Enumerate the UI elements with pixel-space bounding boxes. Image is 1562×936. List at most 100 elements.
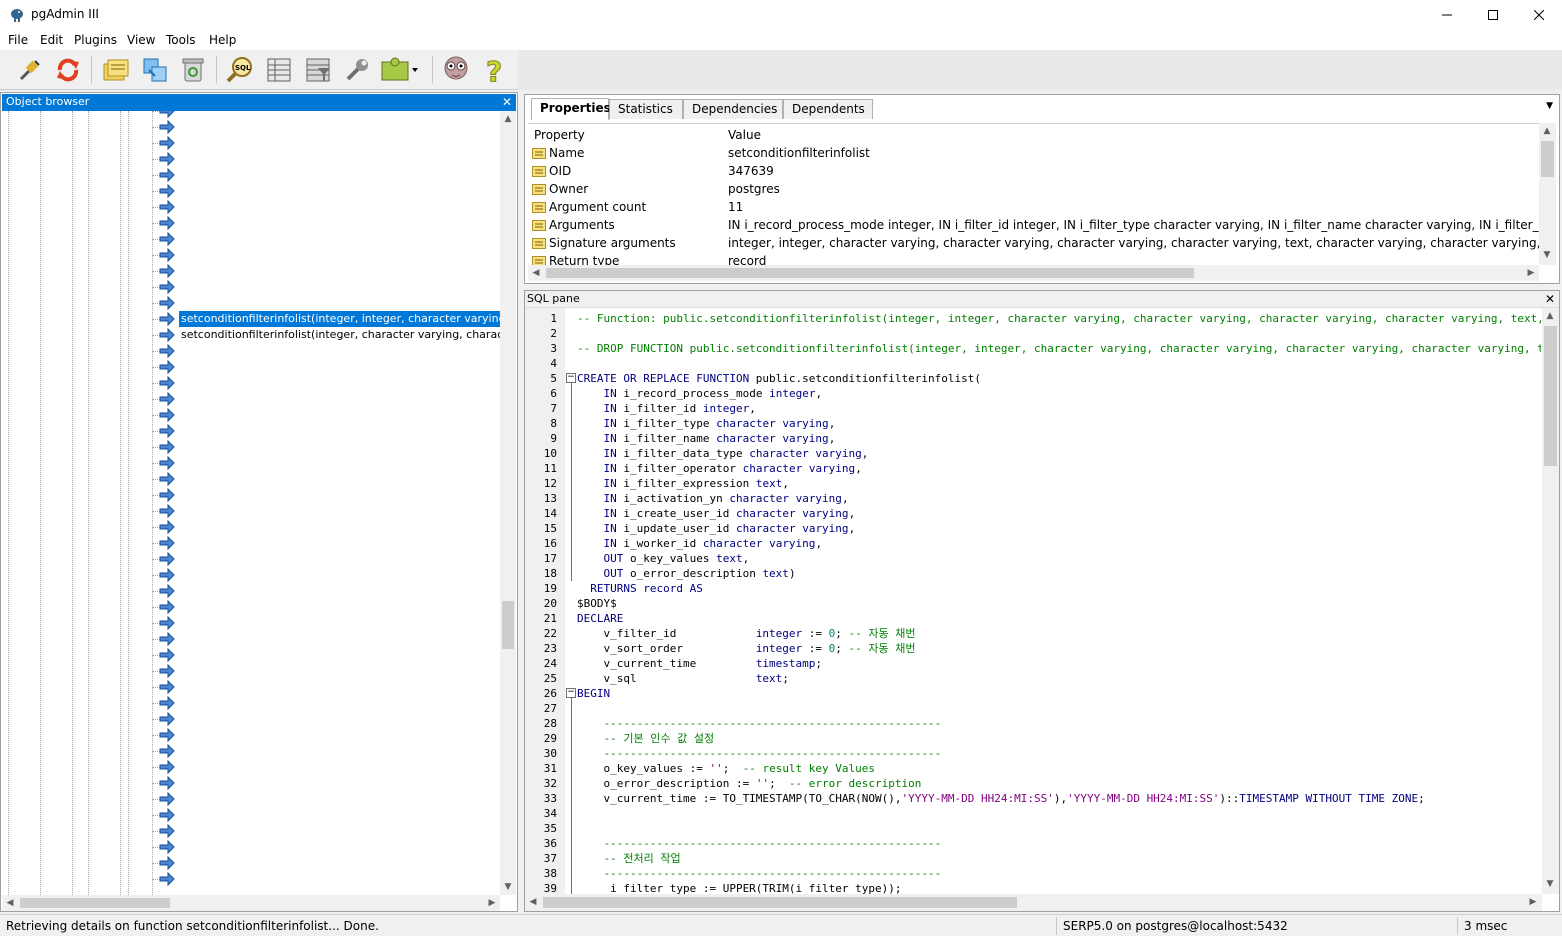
- tree-item[interactable]: [2, 759, 500, 775]
- code-line[interactable]: IN i_filter_name character varying,: [577, 431, 835, 446]
- tree-item[interactable]: [2, 119, 500, 135]
- tree-item[interactable]: [2, 791, 500, 807]
- property-row[interactable]: Owner postgres: [528, 180, 1540, 198]
- tree-item[interactable]: [2, 151, 500, 167]
- scroll-thumb[interactable]: [502, 601, 514, 649]
- code-line[interactable]: DECLARE: [577, 611, 623, 626]
- sql-pane-close-button[interactable]: ✕: [1545, 291, 1555, 307]
- plugins-button[interactable]: [380, 54, 420, 86]
- view-data-button[interactable]: [263, 54, 295, 86]
- object-browser-vertical-scrollbar[interactable]: ▲ ▼: [500, 111, 516, 895]
- sql-horizontal-scrollbar[interactable]: ◀ ▶: [525, 894, 1542, 911]
- scroll-right-arrow[interactable]: ▶: [1525, 894, 1541, 910]
- scroll-left-arrow[interactable]: ◀: [525, 894, 541, 910]
- column-header-value[interactable]: Value: [728, 126, 761, 144]
- tree-item[interactable]: setconditionfilterinfolist(integer, char…: [2, 327, 500, 343]
- property-row[interactable]: Signature arguments integer, integer, cha…: [528, 234, 1540, 252]
- connect-button[interactable]: [14, 54, 46, 86]
- menu-plugins[interactable]: Plugins: [74, 33, 117, 47]
- tree-item[interactable]: [2, 359, 500, 375]
- code-line[interactable]: CREATE OR REPLACE FUNCTION public.setcon…: [577, 371, 981, 386]
- tree-item[interactable]: [2, 535, 500, 551]
- object-browser-close-button[interactable]: ✕: [502, 94, 512, 110]
- code-line[interactable]: $BODY$: [577, 596, 617, 611]
- drop-button[interactable]: [177, 54, 209, 86]
- property-row[interactable]: Argument count 11: [528, 198, 1540, 216]
- scroll-down-arrow[interactable]: ▼: [1542, 876, 1558, 892]
- code-line[interactable]: RETURNS record AS: [577, 581, 703, 596]
- properties-button[interactable]: [100, 54, 132, 86]
- create-button[interactable]: [139, 54, 171, 86]
- tree-item[interactable]: [2, 247, 500, 263]
- tree-item[interactable]: [2, 183, 500, 199]
- tree-item[interactable]: [2, 871, 500, 887]
- tree-item[interactable]: [2, 199, 500, 215]
- code-line[interactable]: v_current_time timestamp;: [577, 656, 822, 671]
- tree-item[interactable]: [2, 679, 500, 695]
- code-line[interactable]: v_sort_order integer := 0; -- 자동 채번: [577, 641, 915, 656]
- scroll-up-arrow[interactable]: ▲: [1542, 308, 1558, 324]
- code-line[interactable]: ----------------------------------------…: [577, 746, 941, 761]
- tree-item[interactable]: [2, 487, 500, 503]
- scroll-thumb[interactable]: [1544, 326, 1557, 466]
- minimize-button[interactable]: [1424, 0, 1470, 30]
- filtered-data-button[interactable]: [302, 54, 334, 86]
- tree-item[interactable]: [2, 615, 500, 631]
- sql-editor[interactable]: -- Function: public.setconditionfilterin…: [577, 308, 1541, 894]
- scroll-right-arrow[interactable]: ▶: [1523, 265, 1539, 281]
- tree-item[interactable]: [2, 439, 500, 455]
- scroll-down-arrow[interactable]: ▼: [1539, 247, 1555, 263]
- tree-item[interactable]: [2, 111, 500, 119]
- tree-item[interactable]: [2, 215, 500, 231]
- code-line[interactable]: IN i_record_process_mode integer,: [577, 386, 822, 401]
- scroll-thumb[interactable]: [543, 897, 1017, 908]
- tab-statistics[interactable]: Statistics: [609, 99, 683, 119]
- tree-item[interactable]: [2, 583, 500, 599]
- tab-dependents[interactable]: Dependents: [783, 99, 873, 119]
- column-header-property[interactable]: Property: [534, 126, 585, 144]
- tree-item[interactable]: [2, 455, 500, 471]
- fold-toggle-icon[interactable]: −: [566, 373, 576, 383]
- refresh-button[interactable]: [52, 54, 84, 86]
- tree-item[interactable]: [2, 775, 500, 791]
- tree-item[interactable]: setconditionfilterinfolist(integer, inte…: [2, 311, 500, 327]
- help-button[interactable]: ?: [479, 54, 511, 86]
- code-line[interactable]: v_filter_id integer := 0; -- 자동 채번: [577, 626, 915, 641]
- code-line[interactable]: -- DROP FUNCTION public.setconditionfilt…: [577, 341, 1541, 356]
- code-line[interactable]: o_error_description := ''; -- error desc…: [577, 776, 921, 791]
- object-tree[interactable]: setconditionfilterinfolist(integer, inte…: [2, 111, 500, 895]
- tree-item-label[interactable]: setconditionfilterinfolist(integer, char…: [179, 327, 500, 343]
- code-line[interactable]: v_current_time := TO_TIMESTAMP(TO_CHAR(N…: [577, 791, 1424, 806]
- scroll-right-arrow[interactable]: ▶: [484, 895, 500, 911]
- code-line[interactable]: IN i_update_user_id character varying,: [577, 521, 855, 536]
- menu-view[interactable]: View: [127, 33, 155, 47]
- code-line[interactable]: IN i_worker_id character varying,: [577, 536, 822, 551]
- tab-properties[interactable]: Properties: [531, 98, 611, 120]
- property-row[interactable]: Arguments IN i_record_process_mode intege…: [528, 216, 1540, 234]
- tree-item[interactable]: [2, 375, 500, 391]
- scroll-down-arrow[interactable]: ▼: [500, 879, 516, 895]
- code-line[interactable]: o_key_values := ''; -- result key Values: [577, 761, 875, 776]
- code-line[interactable]: i_filter_type := UPPER(TRIM(i_filter_typ…: [577, 881, 901, 894]
- scroll-thumb[interactable]: [546, 268, 1194, 278]
- code-line[interactable]: ----------------------------------------…: [577, 836, 941, 851]
- tree-item[interactable]: [2, 839, 500, 855]
- tree-item[interactable]: [2, 407, 500, 423]
- properties-list[interactable]: Property Value Name setconditionfilterinf…: [528, 123, 1540, 265]
- scroll-thumb[interactable]: [1541, 141, 1554, 177]
- tree-item[interactable]: [2, 295, 500, 311]
- scroll-up-arrow[interactable]: ▲: [500, 111, 516, 127]
- tree-item[interactable]: [2, 855, 500, 871]
- tree-item[interactable]: [2, 663, 500, 679]
- property-row[interactable]: OID 347639: [528, 162, 1540, 180]
- tree-item[interactable]: [2, 503, 500, 519]
- code-line[interactable]: IN i_filter_data_type character varying,: [577, 446, 868, 461]
- tree-item[interactable]: [2, 471, 500, 487]
- code-line[interactable]: IN i_filter_expression text,: [577, 476, 788, 491]
- tree-item[interactable]: [2, 231, 500, 247]
- tree-item[interactable]: [2, 711, 500, 727]
- properties-vertical-scrollbar[interactable]: ▲ ▼: [1539, 123, 1556, 265]
- tree-item[interactable]: [2, 279, 500, 295]
- code-line[interactable]: OUT o_error_description text): [577, 566, 795, 581]
- fold-margin[interactable]: − −: [565, 308, 577, 896]
